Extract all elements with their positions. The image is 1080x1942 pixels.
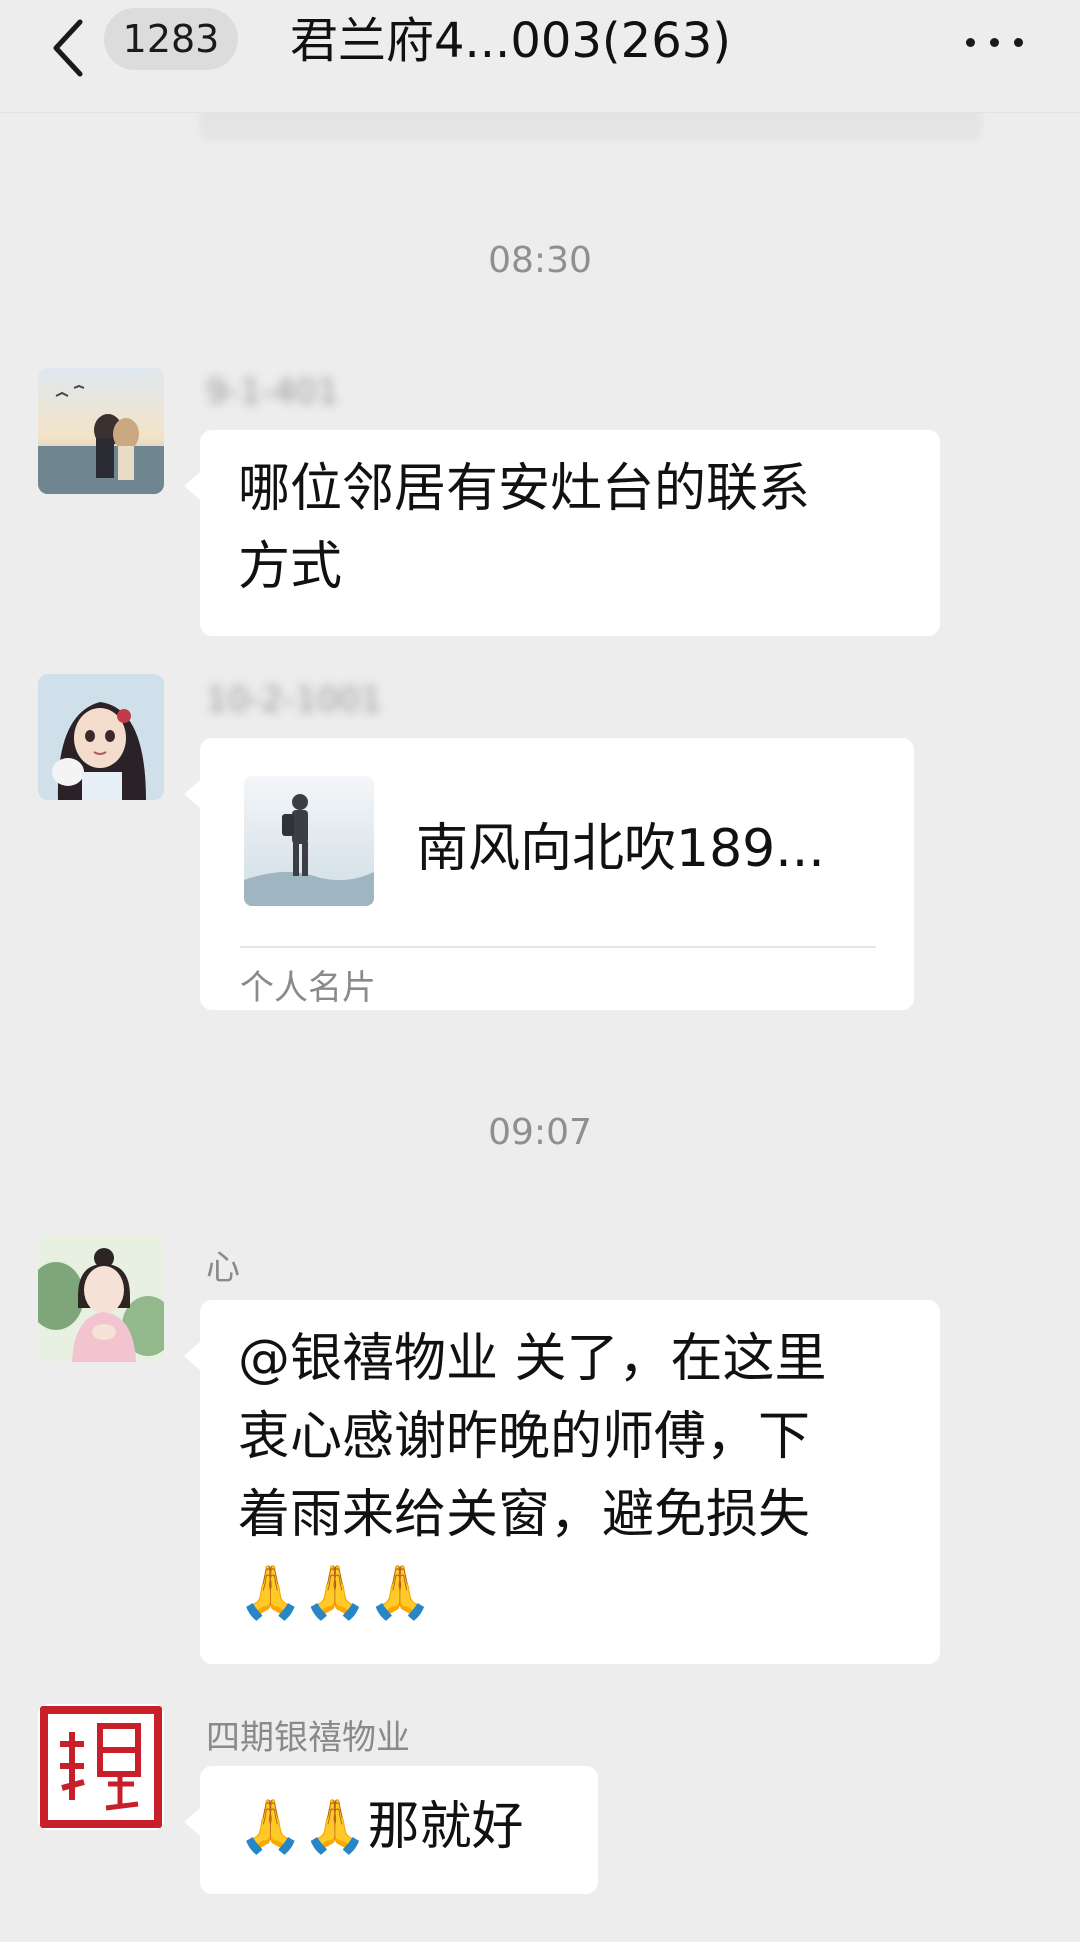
more-button[interactable] — [962, 22, 1028, 62]
message-text: 那就好 — [367, 1797, 524, 1857]
divider — [240, 946, 876, 948]
timestamp: 09:07 — [488, 1112, 592, 1153]
avatar[interactable] — [38, 1704, 164, 1830]
sender-name: 四期银禧物业 — [206, 1718, 410, 1758]
timestamp: 08:30 — [488, 240, 592, 281]
sender-name: 9-1-401 — [206, 372, 339, 412]
seal-logo-icon — [38, 1704, 164, 1830]
message-bubble[interactable]: @银禧物业 关了，在这里 衷心感谢昨晚的师傅，下 着雨来给关窗，避免损失 🙏🙏🙏 — [184, 1300, 940, 1664]
chat-header: 1283 君兰府4...003(263) — [0, 0, 1080, 113]
sender-name: 心 — [206, 1248, 240, 1288]
pray-emoji-icon: 🙏🙏🙏 — [238, 1563, 433, 1623]
contact-card-label: 个人名片 — [240, 968, 376, 1008]
sender-name: 10-2-1001 — [206, 680, 382, 720]
more-dots-icon — [990, 38, 999, 47]
more-dots-icon — [1014, 38, 1023, 47]
contact-card-avatar — [244, 776, 374, 906]
contact-card[interactable]: 南风向北吹189... 个人名片 — [184, 738, 914, 1010]
message-bubble[interactable]: 哪位邻居有安灶台的联系 方式 — [184, 430, 940, 636]
contact-card-name: 南风向北吹189... — [416, 819, 825, 879]
avatar[interactable] — [38, 1236, 164, 1362]
chevron-left-icon — [53, 19, 83, 77]
avatar[interactable] — [38, 674, 164, 800]
chat-title[interactable]: 君兰府4...003(263) — [290, 6, 731, 76]
message-text: 着雨来给关窗，避免损失 — [238, 1485, 811, 1545]
message-text: 衷心感谢昨晚的师傅，下 — [238, 1407, 811, 1467]
avatar[interactable] — [38, 368, 164, 494]
back-button[interactable] — [40, 10, 100, 80]
more-dots-icon — [966, 38, 975, 47]
message-bubble[interactable]: 🙏🙏那就好 — [184, 1766, 598, 1894]
unread-count-badge[interactable]: 1283 — [104, 8, 238, 70]
chat-screen: 1283 君兰府4...003(263) 08:30 9-1-401 哪位邻居有… — [0, 0, 1080, 1942]
message-text: @银禧物业 关了，在这里 — [238, 1329, 827, 1389]
message-text: 方式 — [238, 537, 343, 597]
message-text: 哪位邻居有安灶台的联系 — [238, 459, 811, 519]
pray-emoji-icon: 🙏🙏 — [238, 1797, 368, 1857]
